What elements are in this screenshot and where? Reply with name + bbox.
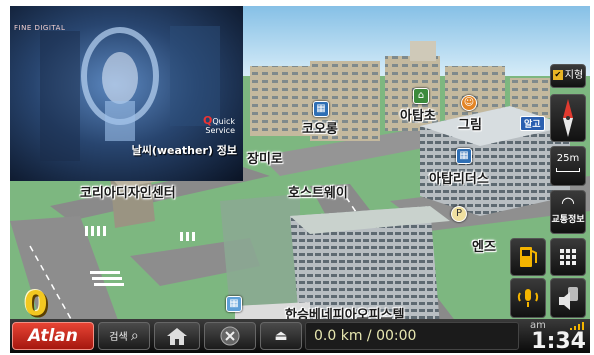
restaurant-icon[interactable]: ☺ bbox=[461, 95, 477, 111]
gas-station-button[interactable] bbox=[510, 238, 546, 276]
menu-grid-button[interactable] bbox=[550, 238, 586, 276]
speed-indicator: 0 bbox=[24, 284, 48, 324]
service-line-2: Service bbox=[205, 126, 235, 135]
navigation-screen: ▦ 코오롱 ⌂ 아탑초 ☺ 그림 알고 장미로 ▦ 아탑리더스 호스트웨이 코리… bbox=[10, 6, 590, 353]
eject-button[interactable]: ⏏ bbox=[260, 322, 302, 350]
office-building-icon[interactable]: ▦ bbox=[313, 101, 329, 117]
building-icon[interactable]: ▦ bbox=[226, 296, 242, 312]
distance-time-display: 0.0 km / 00:00 bbox=[305, 322, 519, 350]
map-label-atap-leaders[interactable]: 아탑리더스 bbox=[429, 168, 489, 187]
map-label-atapcho[interactable]: 아탑초 bbox=[400, 105, 436, 124]
eject-icon: ⏏ bbox=[274, 328, 288, 344]
search-button[interactable]: 검색 ⌕ bbox=[98, 322, 150, 350]
terrain-toggle-button[interactable]: ✔ 지형 bbox=[550, 64, 586, 88]
voice-icon bbox=[517, 289, 539, 307]
volume-button[interactable] bbox=[550, 278, 586, 318]
search-label: 검색 bbox=[109, 332, 128, 343]
map-label-jangmiro[interactable]: 장미로 bbox=[247, 148, 283, 167]
traffic-label: 교통정보 bbox=[551, 215, 585, 225]
map-label-hostway[interactable]: 호스트웨이 bbox=[288, 182, 348, 201]
apartment-icon[interactable]: ▦ bbox=[456, 148, 472, 164]
clock-time: 1:34 bbox=[531, 329, 586, 353]
checkbox-checked-icon: ✔ bbox=[552, 70, 563, 80]
map-label-korea-design-center[interactable]: 코리아디자인센터 bbox=[80, 182, 176, 201]
channel-logo: FINE DIGITAL bbox=[14, 24, 66, 32]
magnifier-icon: ⌕ bbox=[130, 328, 139, 344]
traffic-info-button[interactable]: ◠ 교통정보 bbox=[550, 190, 586, 234]
home-button[interactable] bbox=[154, 322, 200, 350]
cancel-icon bbox=[220, 326, 240, 346]
cancel-route-button[interactable] bbox=[204, 322, 256, 350]
bus-stop-tag: 알고 bbox=[520, 116, 545, 131]
grid-icon bbox=[560, 249, 576, 265]
fuel-pump-icon bbox=[520, 247, 537, 267]
school-icon[interactable]: ⌂ bbox=[413, 88, 429, 104]
dmb-video-panel[interactable]: FINE DIGITAL QQuick Service 날씨(weather) … bbox=[10, 6, 243, 181]
clock: am 1:34 bbox=[522, 319, 590, 353]
parking-icon[interactable]: P bbox=[451, 206, 467, 222]
voice-button[interactable] bbox=[510, 278, 546, 318]
video-caption: 날씨(weather) 정보 bbox=[131, 144, 237, 157]
scale-bar-icon bbox=[556, 168, 580, 172]
map-scale-button[interactable]: 25m bbox=[550, 146, 586, 186]
compass-icon bbox=[563, 99, 573, 137]
home-icon bbox=[167, 328, 187, 345]
speaker-icon bbox=[559, 287, 578, 310]
compass-button[interactable] bbox=[550, 94, 586, 142]
map-label-entz[interactable]: 엔즈 bbox=[472, 236, 496, 255]
service-line-1: Quick bbox=[212, 117, 235, 126]
quick-service-badge: QQuick Service bbox=[203, 114, 235, 135]
wifi-signal-icon: ◠ bbox=[561, 193, 575, 212]
map-label-green[interactable]: 그림 bbox=[458, 114, 482, 133]
scale-label: 25m bbox=[556, 153, 580, 164]
bottom-toolbar: Atlan 검색 ⌕ ⏏ 0.0 km / 00:00 am 1:34 bbox=[10, 319, 590, 353]
atlan-menu-button[interactable]: Atlan bbox=[12, 322, 94, 350]
map-label-kolon[interactable]: 코오롱 bbox=[302, 118, 338, 137]
terrain-label: 지형 bbox=[564, 70, 584, 81]
